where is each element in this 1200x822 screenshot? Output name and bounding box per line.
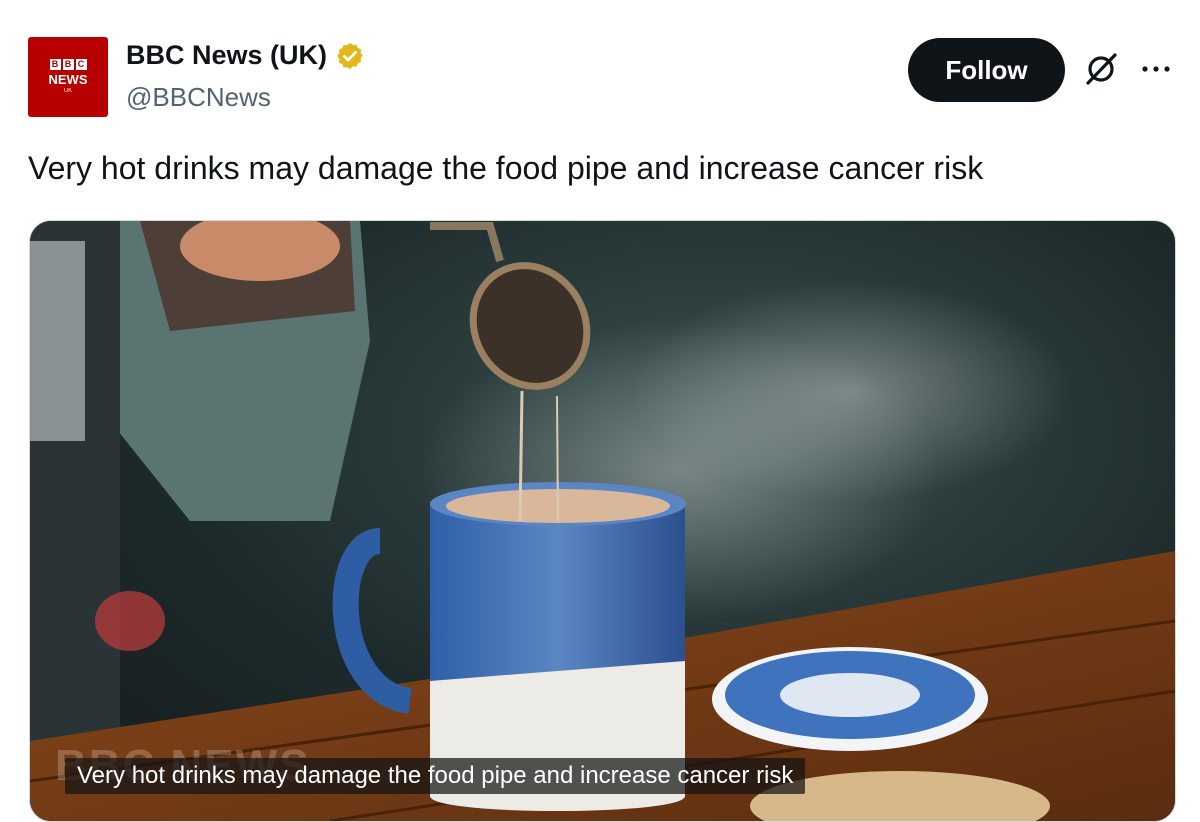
more-icon[interactable]	[1140, 62, 1172, 76]
tweet-text: Very hot drinks may damage the food pipe…	[28, 150, 984, 186]
verified-badge-icon[interactable]	[335, 41, 365, 71]
grok-icon[interactable]	[1082, 50, 1120, 88]
avatar[interactable]: B B C NEWS UK	[28, 37, 108, 117]
tea-photo	[30, 221, 1175, 821]
name-row: BBC News (UK)	[126, 40, 365, 71]
bbc-block: B	[62, 59, 74, 70]
media-caption: Very hot drinks may damage the food pipe…	[65, 758, 806, 794]
follow-button[interactable]: Follow	[908, 38, 1065, 102]
display-name[interactable]: BBC News (UK)	[126, 40, 327, 71]
bbc-block: B	[49, 59, 61, 70]
bbc-logo-news: NEWS	[48, 72, 88, 87]
bbc-logo-blocks: B B C	[49, 59, 87, 70]
tweet-media-image[interactable]: BBC NEWS Very hot drinks may damage the …	[29, 220, 1176, 822]
handle[interactable]: @BBCNews	[126, 82, 271, 113]
bbc-logo-region: UK	[63, 88, 73, 94]
bbc-block: C	[75, 59, 87, 70]
